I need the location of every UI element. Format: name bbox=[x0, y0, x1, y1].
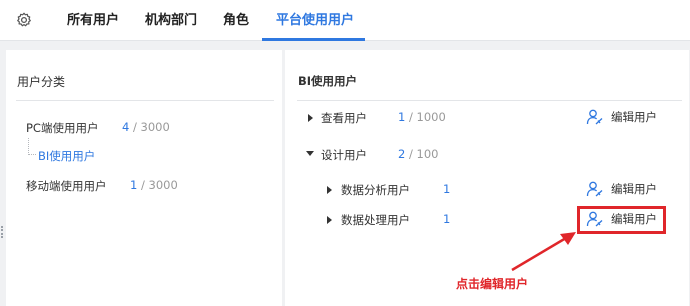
top-nav: 所有用户 机构部门 角色 平台使用用户 bbox=[0, 0, 690, 41]
annotation-text: 点击编辑用户 bbox=[456, 277, 529, 291]
panel-title: BI使用用户 bbox=[298, 74, 358, 88]
panel-title: 用户分类 bbox=[17, 75, 66, 89]
category-pc-users[interactable]: PC端使用用户 bbox=[26, 120, 98, 136]
user-edit-icon bbox=[586, 181, 603, 197]
tab-departments[interactable]: 机构部门 bbox=[145, 0, 197, 41]
tab-platform-users[interactable]: 平台使用用户 bbox=[276, 0, 354, 41]
group-data-processing-users[interactable]: 数据处理用户 bbox=[341, 212, 410, 228]
expand-arrow-icon[interactable] bbox=[327, 186, 332, 194]
collapse-arrow-icon[interactable] bbox=[306, 151, 314, 156]
tab-roles[interactable]: 角色 bbox=[223, 0, 249, 41]
data-processing-users-count: 1 bbox=[443, 212, 451, 226]
tree-connector bbox=[28, 138, 36, 155]
group-viewer-users[interactable]: 查看用户 bbox=[321, 110, 367, 126]
data-analysis-users-count: 1 bbox=[443, 182, 451, 196]
gear-icon[interactable] bbox=[16, 12, 32, 28]
user-category-panel: 用户分类 PC端使用用户 4 / 3000 BI使用用户 移动端使用用户 1 /… bbox=[6, 50, 282, 306]
mobile-users-count: 1 / 3000 bbox=[130, 178, 178, 192]
highlight-box bbox=[577, 206, 666, 234]
pc-users-count: 4 / 3000 bbox=[122, 120, 170, 134]
viewer-users-count: 1 / 1000 bbox=[398, 110, 446, 124]
divider bbox=[16, 100, 274, 101]
active-tab-indicator bbox=[262, 38, 365, 41]
divider bbox=[297, 100, 682, 101]
designer-users-count: 2 / 100 bbox=[398, 147, 439, 161]
bi-users-panel: BI使用用户 bbox=[285, 50, 689, 306]
expand-arrow-icon[interactable] bbox=[327, 216, 332, 224]
resize-handle[interactable] bbox=[1, 226, 4, 238]
group-data-analysis-users[interactable]: 数据分析用户 bbox=[341, 182, 410, 198]
category-bi-users[interactable]: BI使用用户 bbox=[38, 148, 95, 164]
group-designer-users[interactable]: 设计用户 bbox=[321, 147, 367, 163]
expand-arrow-icon[interactable] bbox=[308, 114, 313, 122]
user-edit-icon bbox=[586, 109, 603, 125]
category-mobile-users[interactable]: 移动端使用用户 bbox=[26, 178, 107, 194]
tab-all-users[interactable]: 所有用户 bbox=[67, 0, 119, 41]
